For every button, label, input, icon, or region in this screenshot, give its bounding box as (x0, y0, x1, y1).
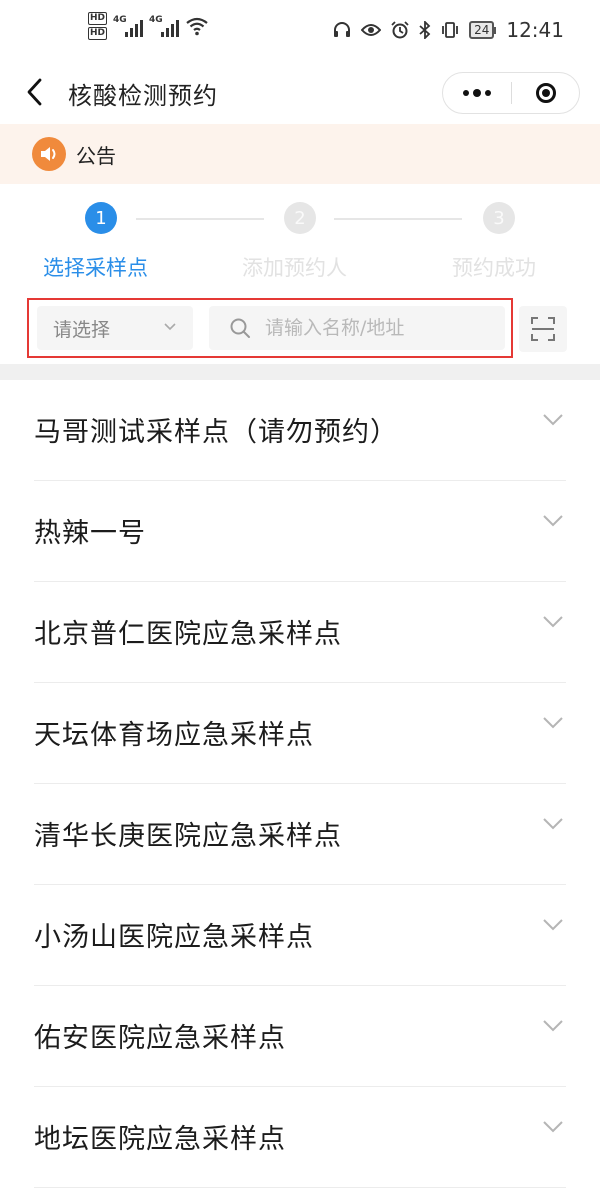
list-item[interactable]: 佑安医院应急采样点 (34, 986, 566, 1087)
step-line-1 (136, 218, 264, 220)
headphones-icon (334, 22, 351, 37)
clock: 12:41 (506, 18, 564, 42)
notice-label: 公告 (76, 143, 116, 168)
step-1-label: 选择采样点 (43, 256, 148, 280)
alarm-icon (391, 21, 409, 39)
list-item[interactable]: 北京普仁医院应急采样点 (34, 582, 566, 683)
battery-level: 24 (469, 21, 495, 39)
notice-bar[interactable]: 公告 (0, 124, 600, 184)
chevron-down-icon[interactable] (542, 614, 564, 630)
list-item[interactable]: 小汤山医院应急采样点 (34, 885, 566, 986)
section-divider (0, 364, 600, 380)
site-name: 佑安医院应急采样点 (34, 1023, 286, 1054)
list-item[interactable]: 热辣一号 (34, 481, 566, 582)
vibrate-icon (442, 22, 458, 38)
nav-bar: 核酸检测预约 (0, 64, 600, 120)
step-2-label: 添加预约人 (242, 256, 347, 280)
step-3-label: 预约成功 (452, 256, 536, 280)
step-2-circle: 2 (284, 202, 316, 234)
status-left: HD HD 4G 4G (88, 12, 209, 40)
bluetooth-icon (419, 21, 431, 39)
progress-steps: 1 2 3 选择采样点 添加预约人 预约成功 (0, 190, 600, 290)
chevron-left-icon[interactable] (22, 74, 48, 110)
search-input[interactable] (265, 317, 495, 339)
chevron-down-icon[interactable] (542, 1018, 564, 1034)
status-right: 24 12:41 (333, 18, 564, 42)
hd-badge-1: HD (88, 12, 108, 25)
site-list: 马哥测试采样点（请勿预约） 热辣一号 北京普仁医院应急采样点 天坛体育场应急采样… (0, 380, 600, 1188)
hd-badge-2: HD (88, 27, 108, 40)
eye-icon (361, 24, 382, 36)
site-name: 天坛体育场应急采样点 (34, 720, 314, 751)
signal-label-2: 4G (149, 15, 163, 25)
list-item[interactable]: 天坛体育场应急采样点 (34, 683, 566, 784)
step-line-2 (334, 218, 462, 220)
status-bar: HD HD 4G 4G 24 12:41 (0, 0, 600, 64)
chevron-down-icon[interactable] (542, 715, 564, 731)
chevron-down-icon[interactable] (542, 1119, 564, 1135)
site-name: 地坛医院应急采样点 (34, 1124, 286, 1155)
site-name: 清华长庚医院应急采样点 (34, 821, 342, 852)
filter-row: 请选择 (0, 298, 600, 362)
signal-label-1: 4G (113, 15, 127, 25)
site-name: 马哥测试采样点（请勿预约） (34, 417, 398, 448)
more-dots-icon[interactable] (443, 73, 511, 113)
target-close-icon[interactable] (512, 73, 579, 113)
signal-icon-1: 4G (113, 15, 144, 37)
signal-icon-2: 4G (149, 15, 180, 37)
region-select-text: 请选择 (53, 318, 111, 341)
search-icon (230, 318, 250, 338)
chevron-down-icon (164, 323, 176, 331)
chevron-down-icon[interactable] (542, 513, 564, 529)
scan-icon[interactable] (519, 306, 567, 352)
wifi-icon (186, 17, 208, 36)
step-3-circle: 3 (483, 202, 515, 234)
site-name: 热辣一号 (34, 518, 146, 549)
list-item[interactable]: 清华长庚医院应急采样点 (34, 784, 566, 885)
site-name: 小汤山医院应急采样点 (34, 922, 314, 953)
step-1-circle: 1 (85, 202, 117, 234)
region-select[interactable]: 请选择 (37, 306, 193, 350)
speaker-icon (32, 137, 66, 171)
mini-program-capsule (442, 72, 580, 114)
chevron-down-icon[interactable] (542, 412, 564, 428)
hd-badges: HD HD (88, 12, 108, 40)
chevron-down-icon[interactable] (542, 816, 564, 832)
site-name: 北京普仁医院应急采样点 (34, 619, 342, 650)
search-box[interactable] (209, 306, 505, 350)
battery-icon: 24 (469, 21, 497, 39)
list-item[interactable]: 马哥测试采样点（请勿预约） (34, 380, 566, 481)
chevron-down-icon[interactable] (542, 917, 564, 933)
page-title: 核酸检测预约 (68, 82, 218, 110)
list-item[interactable]: 地坛医院应急采样点 (34, 1087, 566, 1188)
